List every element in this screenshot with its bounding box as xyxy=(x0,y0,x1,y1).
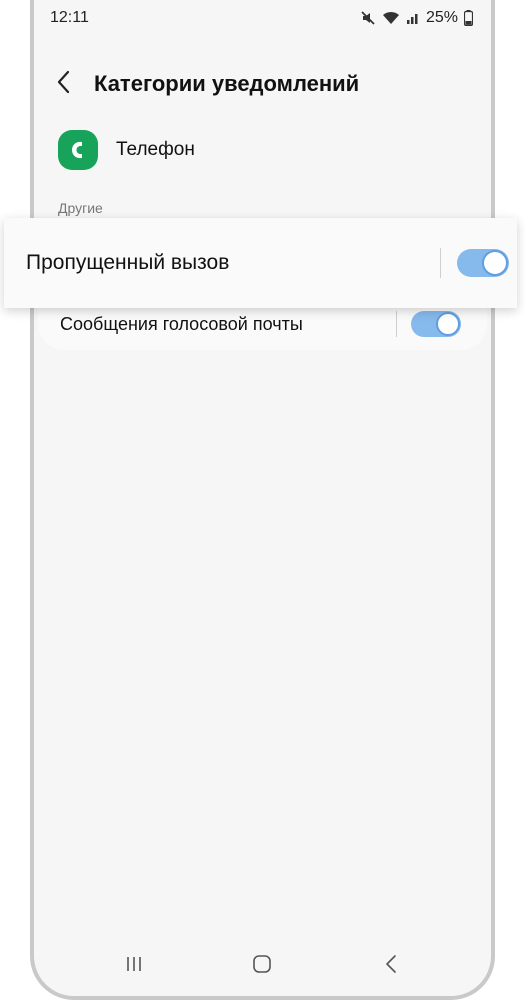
divider xyxy=(440,248,441,278)
navigation-bar xyxy=(30,946,495,986)
home-icon xyxy=(252,954,272,979)
status-bar: 12:11 25% xyxy=(34,0,491,36)
back-button[interactable] xyxy=(56,62,84,106)
category-row-highlighted[interactable]: Пропущенный вызов xyxy=(4,218,517,308)
missed-call-toggle[interactable] xyxy=(457,249,509,277)
divider xyxy=(396,311,397,337)
status-time: 12:11 xyxy=(50,9,89,26)
recents-icon xyxy=(124,955,144,978)
toggle-knob xyxy=(436,312,460,336)
phone-frame: 12:11 25% Категории уведомлений Телефон … xyxy=(30,0,495,1000)
wifi-icon xyxy=(382,10,400,26)
app-info-row: Телефон xyxy=(58,128,195,172)
back-nav-button[interactable] xyxy=(371,946,411,986)
battery-text: 25% xyxy=(425,9,458,26)
recents-button[interactable] xyxy=(114,946,154,986)
signal-icon xyxy=(406,11,420,25)
phone-icon xyxy=(58,130,98,170)
page-title: Категории уведомлений xyxy=(94,71,360,96)
toggle-knob xyxy=(482,250,508,276)
section-label: Другие xyxy=(58,200,103,216)
category-label: Сообщения голосовой почты xyxy=(60,313,303,334)
home-button[interactable] xyxy=(242,946,282,986)
app-bar: Категории уведомлений xyxy=(34,62,491,106)
category-label: Пропущенный вызов xyxy=(26,251,230,274)
category-row[interactable]: Сообщения голосовой почты xyxy=(38,302,487,346)
app-name: Телефон xyxy=(116,139,195,160)
chevron-left-icon xyxy=(56,70,70,99)
mute-icon xyxy=(360,10,376,26)
back-icon xyxy=(385,954,397,979)
battery-icon xyxy=(464,10,473,26)
status-icons: 25% xyxy=(360,9,473,27)
voicemail-toggle[interactable] xyxy=(411,311,461,337)
